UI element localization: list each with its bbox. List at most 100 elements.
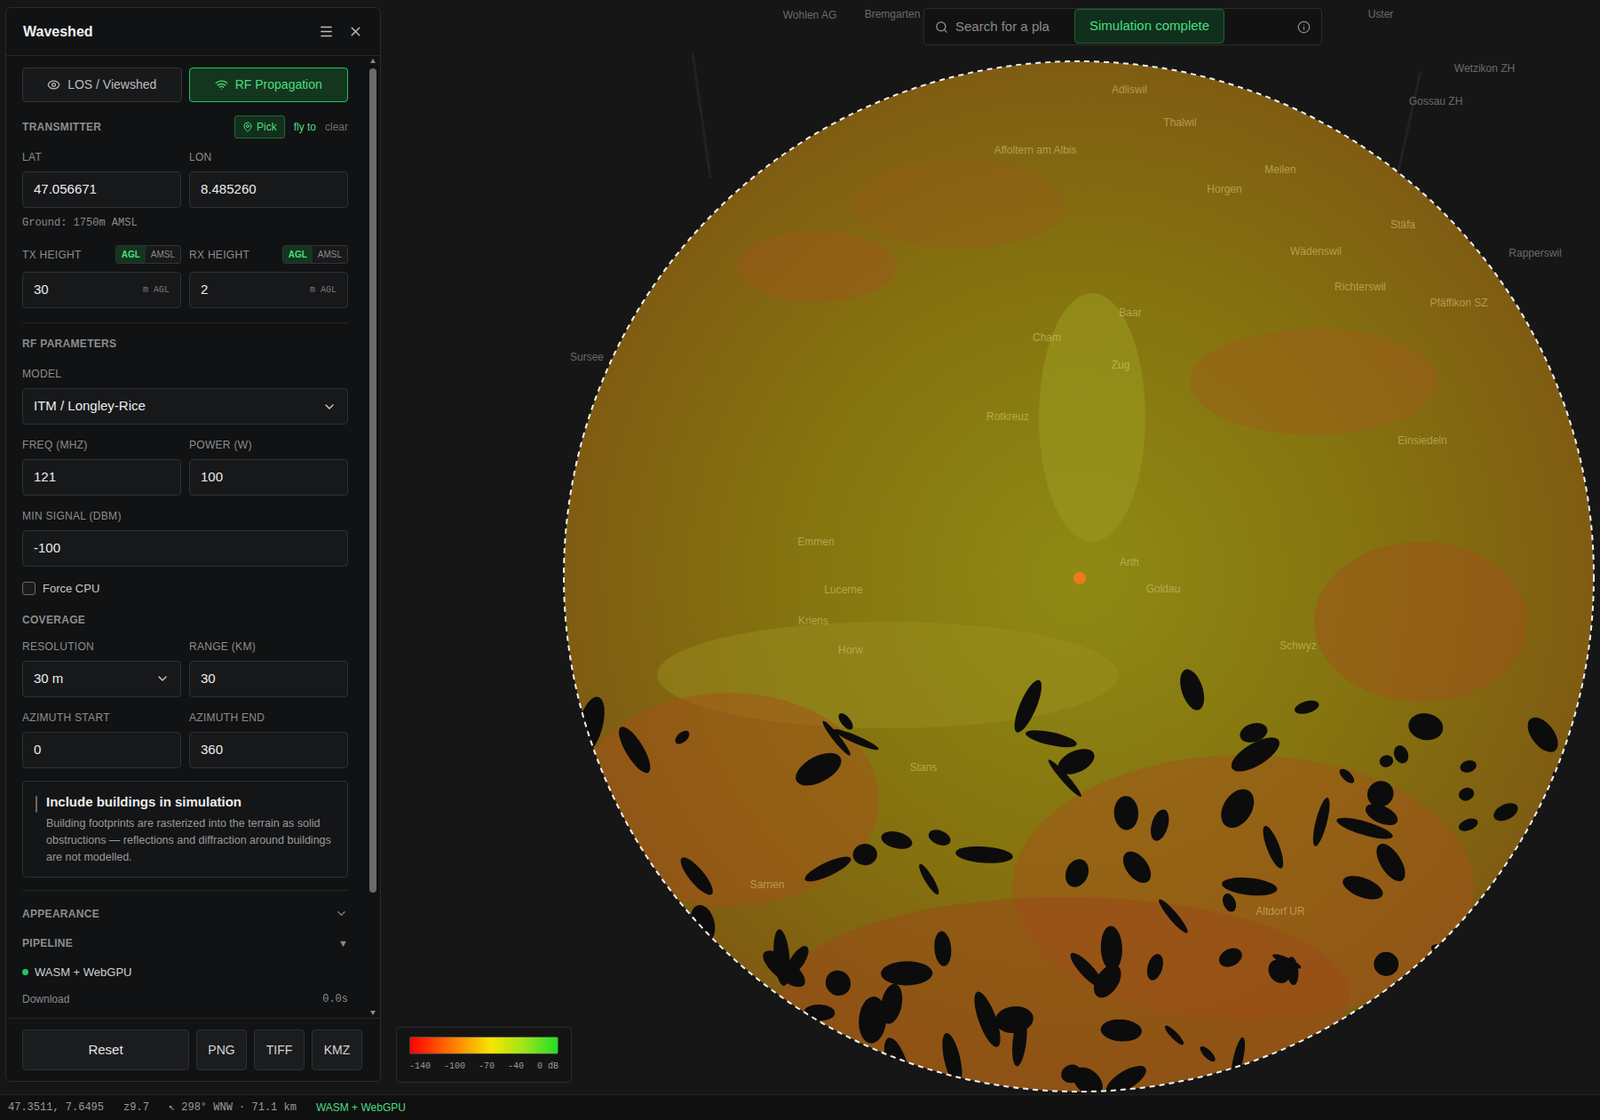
coverage-heading: COVERAGE <box>22 613 349 626</box>
height-field: TX HEIGHTAGLAMSL30m AGL <box>22 245 182 309</box>
field-label: MIN SIGNAL (DBM) <box>22 509 349 523</box>
input-field[interactable]: 2m AGL <box>189 271 349 309</box>
legend-tick: -70 <box>478 1059 495 1073</box>
input-field[interactable]: 30m AGL <box>22 271 182 309</box>
select-field[interactable]: 30 m <box>22 660 182 698</box>
search-icon <box>934 20 949 34</box>
pipeline-toggle[interactable]: ▼ <box>338 935 349 951</box>
map-label: Einsiedeln <box>1397 432 1447 449</box>
panel-body: LOS / ViewshedRF PropagationTRANSMITTERP… <box>6 55 381 1018</box>
input-field[interactable]: 100 <box>189 459 349 496</box>
panel-title: Waveshed <box>23 21 94 43</box>
field-value: 121 <box>33 467 56 488</box>
field-value: 30 <box>200 668 216 690</box>
footer-button[interactable]: Reset <box>22 1029 190 1070</box>
field-label: LON <box>189 150 349 164</box>
map-label: Uster <box>1368 6 1395 23</box>
footer-button[interactable]: PNG <box>196 1029 247 1070</box>
ground-elevation: Ground: 1750m AMSL <box>22 214 349 231</box>
transmitter-marker[interactable] <box>1073 571 1086 585</box>
input-field[interactable]: 30 <box>189 660 349 698</box>
side-panel: Waveshed LOS / ViewshedRF PropagationTRAN… <box>5 7 381 1082</box>
footer-button[interactable]: TIFF <box>253 1029 305 1070</box>
map-label: Adliswil <box>1111 81 1148 98</box>
map-label: Rotkreuz <box>986 408 1030 425</box>
checkbox[interactable] <box>22 581 36 595</box>
scrollbar[interactable] <box>367 55 379 1018</box>
info-icon[interactable] <box>1297 20 1311 34</box>
unit-option[interactable]: AGL <box>283 245 313 263</box>
map-label: Arth <box>1119 554 1140 571</box>
fly-to-link[interactable]: fly to <box>293 118 317 135</box>
field-label: LAT <box>22 150 182 164</box>
app: Wohlen AGBremgartenUsterWetzikon ZHGossa… <box>0 0 1600 1120</box>
status-bar: 47.3511, 7.6495z9.7↖ 298° WNW · 71.1 kmW… <box>0 1093 1600 1120</box>
legend-tick: -140 <box>409 1059 431 1073</box>
field-value: 0 <box>33 739 41 761</box>
map-label: Stans <box>910 759 938 776</box>
map-label: Wetzikon ZH <box>1454 60 1515 77</box>
appearance-section[interactable]: APPEARANCE <box>22 906 349 920</box>
input-field[interactable]: 121 <box>22 459 182 496</box>
input-field[interactable]: 0 <box>22 731 182 769</box>
unit-option[interactable]: AMSL <box>312 245 348 263</box>
mode-tabs: LOS / ViewshedRF Propagation <box>22 67 349 103</box>
field: AZIMUTH START0 <box>22 711 182 769</box>
field-suffix: m AGL <box>142 283 170 297</box>
mode-tab[interactable]: LOS / Viewshed <box>22 67 183 103</box>
pin-icon <box>242 121 254 133</box>
map-label: Cham <box>1032 329 1062 346</box>
unit-option[interactable]: AMSL <box>145 245 181 263</box>
field-value: 8.485260 <box>200 179 257 200</box>
map-label: Pfäffikon SZ <box>1429 294 1488 311</box>
buildings-label[interactable]: Include buildings in simulation <box>46 792 335 813</box>
input-field[interactable]: 47.056671 <box>22 171 182 208</box>
close-icon[interactable] <box>348 23 364 40</box>
status-dot <box>22 968 29 975</box>
field: FREQ (MHZ)121 <box>22 438 182 496</box>
map-label: Baar <box>1118 304 1141 321</box>
legend: -140-100-70-400 dB <box>396 1026 572 1083</box>
clear-link[interactable]: clear <box>324 118 349 135</box>
scroll-down-icon[interactable] <box>369 1008 377 1016</box>
field: LAT 47.056671 <box>22 150 182 208</box>
map-label: Sursee <box>570 348 604 365</box>
height-field: RX HEIGHTAGLAMSL2m AGL <box>189 245 349 309</box>
legend-tick: 0 dB <box>537 1059 559 1073</box>
input-field[interactable]: -100 <box>22 530 349 567</box>
field-label: AZIMUTH END <box>189 711 349 724</box>
scrollbar-thumb[interactable] <box>369 68 377 893</box>
select-field[interactable]: ITM / Longley-Rice <box>22 388 349 425</box>
map-label: Thalwil <box>1163 114 1197 131</box>
scroll-up-icon[interactable] <box>369 57 377 65</box>
appearance-heading: APPEARANCE <box>22 907 100 920</box>
pipeline-section[interactable]: PIPELINE▼ <box>22 935 349 951</box>
cursor-coords: 47.3511, 7.6495 <box>7 1099 104 1116</box>
field: AZIMUTH END 360 <box>189 711 349 769</box>
chevron-down-icon <box>334 906 349 920</box>
backend: WASM + WebGPU <box>316 1099 406 1116</box>
pick-button[interactable]: Pick <box>234 115 286 139</box>
unit-option[interactable]: AGL <box>116 245 146 263</box>
map-label: Gossau ZH <box>1409 93 1464 110</box>
map-label: Schwyz <box>1279 637 1316 654</box>
input-field[interactable]: 8.485260 <box>189 171 349 208</box>
map-label: Sarnen <box>750 876 785 893</box>
checkbox[interactable] <box>35 795 38 813</box>
field: RANGE (KM)30 <box>189 640 349 698</box>
field-value: 30 m <box>33 668 64 690</box>
map[interactable]: Wohlen AGBremgartenUsterWetzikon ZHGossa… <box>0 0 1600 1094</box>
buildings-description: Building footprints are rasterized into … <box>46 815 335 866</box>
mode-tab[interactable]: RF Propagation <box>189 67 349 103</box>
force-cpu[interactable]: Force CPU <box>22 579 349 598</box>
rf-heading: RF PARAMETERS <box>22 337 349 350</box>
zoom-level: z9.7 <box>123 1099 150 1116</box>
menu-icon[interactable] <box>318 23 334 40</box>
field-value: 47.056671 <box>33 179 97 200</box>
map-label: Wädenswil <box>1290 243 1342 260</box>
footer-button[interactable]: KMZ <box>311 1029 363 1070</box>
map-label: Rapperswil <box>1508 245 1561 262</box>
field-value: -100 <box>33 538 61 559</box>
input-field[interactable]: 360 <box>189 731 349 769</box>
wifi-icon <box>214 78 229 92</box>
